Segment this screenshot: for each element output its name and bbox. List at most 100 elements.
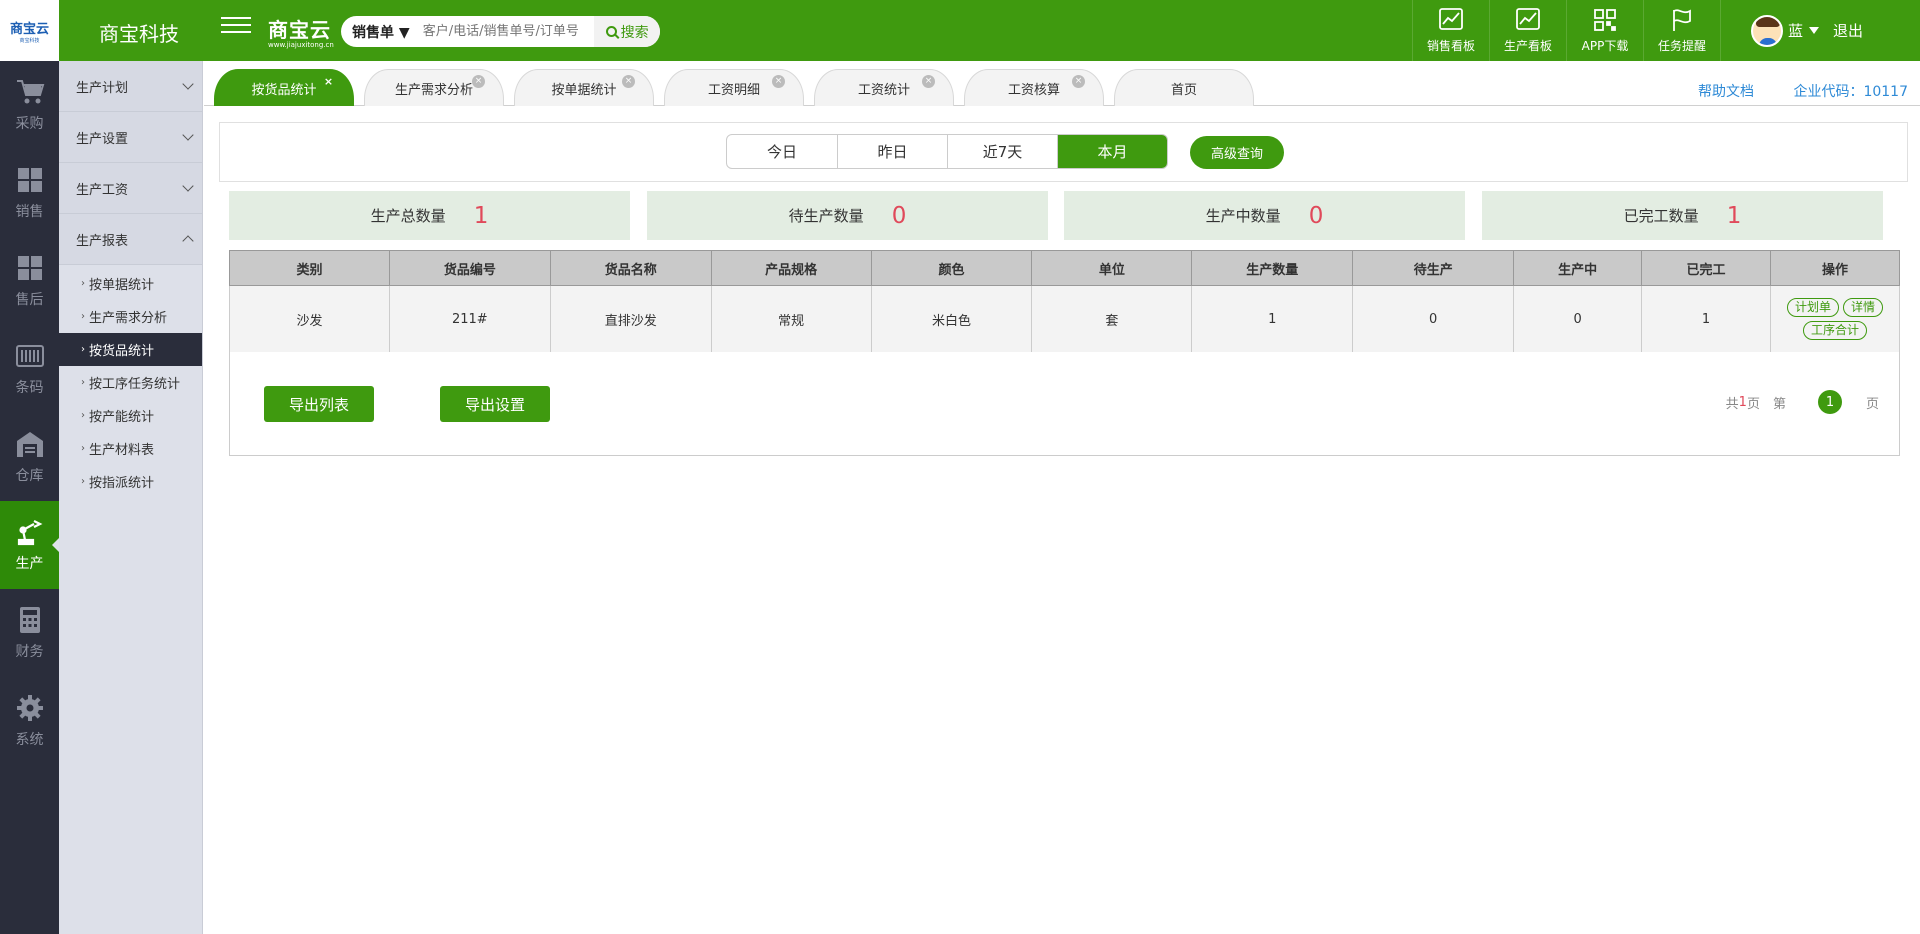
- range-this-month[interactable]: 本月: [1057, 135, 1167, 168]
- col-product-code[interactable]: 货品编号: [388, 250, 551, 286]
- col-category[interactable]: 类别: [229, 250, 390, 286]
- help-docs-link[interactable]: 帮助文档: [1698, 81, 1754, 101]
- chevron-down-icon[interactable]: [1809, 27, 1820, 34]
- menu-toggle-icon[interactable]: [221, 15, 251, 43]
- details-button[interactable]: 详情: [1842, 298, 1883, 317]
- col-quantity[interactable]: 生产数量: [1191, 250, 1354, 286]
- user-menu: 蓝 退出: [1720, 0, 1920, 61]
- subnav-group-settings[interactable]: 生产设置: [59, 112, 202, 163]
- subnav-item-by-assignment[interactable]: › 按指派统计: [59, 465, 202, 498]
- col-unit[interactable]: 单位: [1031, 250, 1193, 286]
- close-icon[interactable]: ×: [322, 75, 335, 88]
- subnav-item-by-capacity[interactable]: › 按产能统计: [59, 399, 202, 432]
- tab-label: 按货品统计: [251, 82, 317, 98]
- tab-wage-accounting[interactable]: 工资核算 ×: [964, 69, 1104, 106]
- app-download-button[interactable]: APP下载: [1566, 0, 1643, 61]
- close-icon[interactable]: ×: [1072, 75, 1085, 88]
- sales-board-icon: [1439, 8, 1463, 30]
- table-header-row: 类别 货品编号 货品名称 产品规格 颜色 单位 生产数量 待生产 生产中 已完工…: [229, 250, 1901, 286]
- nav-warehouse[interactable]: 仓库: [0, 413, 59, 501]
- plan-order-button[interactable]: 计划单: [1786, 298, 1839, 317]
- logout-link[interactable]: 退出: [1833, 20, 1863, 41]
- pager-current-page[interactable]: 1: [1817, 390, 1842, 414]
- advanced-query-button[interactable]: 高级查询: [1190, 136, 1284, 169]
- date-range-selector: 今日 昨日 近7天 本月: [726, 134, 1168, 169]
- search-input[interactable]: [422, 16, 595, 47]
- tab-home[interactable]: 首页: [1114, 69, 1254, 106]
- close-icon[interactable]: ×: [472, 75, 485, 88]
- cart-icon: [16, 80, 44, 104]
- col-product-name[interactable]: 货品名称: [549, 250, 712, 286]
- app-logo[interactable]: 商宝云 商宝科技: [0, 0, 59, 61]
- close-icon[interactable]: ×: [772, 75, 785, 88]
- nav-purchase-label: 采购: [15, 116, 44, 132]
- chevron-down-icon: [182, 180, 194, 192]
- close-icon[interactable]: ×: [922, 75, 935, 88]
- subnav-group-reports[interactable]: 生产报表: [59, 214, 202, 265]
- chevron-right-icon: ›: [81, 443, 85, 454]
- subnav-item-label: 按工序任务统计: [89, 377, 181, 392]
- close-icon[interactable]: ×: [622, 75, 635, 88]
- tab-by-document[interactable]: 按单据统计 ×: [514, 69, 654, 106]
- col-color[interactable]: 颜色: [870, 250, 1033, 286]
- tab-wage-detail[interactable]: 工资明细 ×: [664, 69, 804, 106]
- nav-barcode[interactable]: 条码: [0, 325, 59, 413]
- search-button[interactable]: 搜索: [594, 16, 660, 47]
- nav-aftersales-label: 售后: [15, 292, 44, 308]
- range-today[interactable]: 今日: [727, 135, 837, 168]
- export-list-button[interactable]: 导出列表: [264, 386, 374, 422]
- tab-demand-analysis[interactable]: 生产需求分析 ×: [364, 69, 504, 106]
- sales-board-button[interactable]: 销售看板: [1412, 0, 1489, 61]
- nav-aftersales[interactable]: 售后: [0, 237, 59, 325]
- nav-finance[interactable]: 财务: [0, 589, 59, 677]
- chevron-up-icon: [182, 235, 194, 247]
- sales-board-label: 销售看板: [1426, 39, 1475, 53]
- cell-product-name: 直排沙发: [549, 285, 712, 353]
- pager-total-suffix: 页: [1746, 396, 1760, 412]
- task-reminder-button[interactable]: 任务提醒: [1643, 0, 1720, 61]
- search-type-dropdown[interactable]: 销售单 ▼: [341, 22, 423, 42]
- nav-purchase[interactable]: 采购: [0, 61, 59, 149]
- sub-nav: 生产计划 生产设置 生产工资 生产报表 › 按单据统计 › 生产需求分析 › 按货品统…: [59, 61, 203, 934]
- col-completed[interactable]: 已完工: [1641, 250, 1771, 286]
- tab-wage-stats[interactable]: 工资统计 ×: [814, 69, 954, 106]
- nav-production[interactable]: 生产: [0, 501, 59, 589]
- nav-system[interactable]: 系统: [0, 677, 59, 765]
- col-spec[interactable]: 产品规格: [710, 250, 872, 286]
- col-in-progress[interactable]: 生产中: [1513, 250, 1643, 286]
- cell-color: 米白色: [870, 285, 1033, 353]
- search-button-label: 搜索: [620, 24, 649, 41]
- subnav-item-by-product[interactable]: › 按货品统计: [59, 333, 202, 366]
- avatar[interactable]: [1751, 14, 1783, 47]
- col-pending[interactable]: 待生产: [1352, 250, 1515, 286]
- subnav-item-label: 生产材料表: [89, 443, 155, 458]
- tab-label: 工资明细: [707, 82, 760, 98]
- subnav-group-wages[interactable]: 生产工资: [59, 163, 202, 214]
- logo-text: 商宝云: [9, 21, 49, 37]
- cell-category: 沙发: [229, 285, 390, 353]
- flag-icon: [1673, 9, 1691, 31]
- subnav-item-by-document[interactable]: › 按单据统计: [59, 267, 202, 300]
- process-total-button[interactable]: 工序合计: [1802, 321, 1867, 340]
- subnav-group-plan[interactable]: 生产计划: [59, 61, 202, 112]
- stat-value: 0: [1308, 202, 1324, 229]
- production-board-icon: [1516, 8, 1540, 30]
- stat-label: 待生产数量: [788, 207, 864, 225]
- logo-subtext: 商宝科技: [19, 37, 40, 44]
- user-name[interactable]: 蓝: [1788, 20, 1803, 41]
- company-name: 商宝科技: [99, 22, 179, 46]
- subnav-item-by-process-task[interactable]: › 按工序任务统计: [59, 366, 202, 399]
- nav-sales-label: 销售: [15, 204, 44, 220]
- subnav-item-demand-analysis[interactable]: › 生产需求分析: [59, 300, 202, 333]
- range-yesterday[interactable]: 昨日: [837, 135, 947, 168]
- range-last-7-days[interactable]: 近7天: [947, 135, 1057, 168]
- table-footer: 导出列表 导出设置 共1页 第 1 页: [229, 352, 1900, 456]
- nav-finance-label: 财务: [15, 644, 44, 660]
- subnav-item-material-list[interactable]: › 生产材料表: [59, 432, 202, 465]
- tab-label: 生产需求分析: [394, 82, 473, 98]
- production-board-button[interactable]: 生产看板: [1489, 0, 1566, 61]
- export-settings-button[interactable]: 导出设置: [440, 386, 550, 422]
- subnav-item-label: 按指派统计: [89, 476, 155, 491]
- nav-sales[interactable]: 销售: [0, 149, 59, 237]
- tab-by-product[interactable]: 按货品统计 ×: [214, 69, 354, 106]
